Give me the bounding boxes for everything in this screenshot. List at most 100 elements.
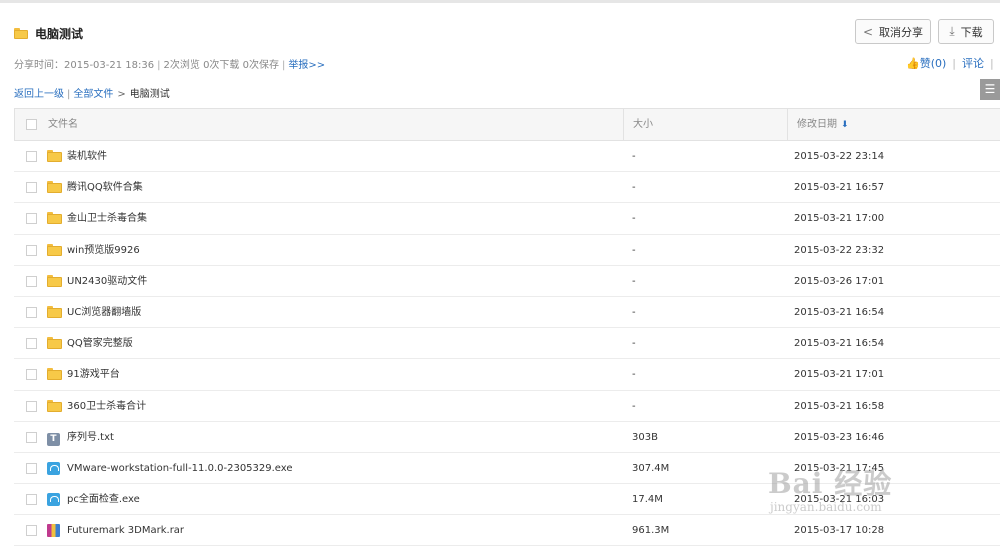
table-row[interactable]: 91游戏平台-2015-03-21 17:01 [14, 359, 1000, 390]
table-row[interactable]: Futuremark 3DMark.rar 961.3M 2015-03-17 10… [14, 515, 1000, 546]
folder-icon [47, 275, 62, 290]
table-row[interactable]: 装机软件-2015-03-22 23:14 [14, 141, 1000, 172]
folder-icon [47, 337, 62, 352]
row-checkbox[interactable] [26, 182, 37, 193]
file-size: 961.3M [632, 515, 669, 546]
file-name[interactable]: UN2430驱动文件 [67, 266, 147, 297]
download-button[interactable]: ⤓ 下载 [938, 19, 994, 44]
folder-icon [47, 306, 62, 321]
file-name[interactable]: pc全面检查.exe [67, 484, 140, 515]
file-name[interactable]: 金山卫士杀毒合集 [67, 203, 147, 234]
file-size: 307.4M [632, 453, 669, 484]
text-file-icon: T [47, 431, 60, 446]
file-name[interactable]: VMware-workstation-full-11.0.0-2305329.e… [67, 453, 293, 484]
row-checkbox[interactable] [26, 338, 37, 349]
file-name[interactable]: 91游戏平台 [67, 359, 120, 390]
file-size: - [632, 172, 636, 203]
folder-icon [47, 181, 62, 196]
folder-icon-shape [47, 368, 62, 380]
folder-icon-shape [47, 400, 62, 412]
text-file-icon-shape: T [47, 433, 60, 446]
file-size: - [632, 235, 636, 266]
share-time: 分享时间：2015-03-21 18:36 [14, 60, 154, 71]
row-checkbox[interactable] [26, 151, 37, 162]
folder-icon [14, 28, 28, 39]
column-divider [623, 109, 624, 140]
like-link[interactable]: 赞(0) [920, 57, 947, 70]
share-icon: < [863, 25, 873, 39]
column-name-header[interactable]: 文件名 [48, 109, 78, 140]
column-divider [787, 109, 788, 140]
row-checkbox[interactable] [26, 276, 37, 287]
row-checkbox[interactable] [26, 432, 37, 443]
table-row[interactable]: T序列号.txt303B2015-03-23 16:46 [14, 422, 1000, 453]
meta-divider: | [157, 60, 160, 71]
report-link[interactable]: 举报>> [288, 60, 325, 71]
table-row[interactable]: win预览版9926-2015-03-22 23:32 [14, 235, 1000, 266]
row-checkbox[interactable] [26, 213, 37, 224]
file-size: - [632, 391, 636, 422]
executable-file-icon [47, 493, 60, 509]
file-size: - [632, 203, 636, 234]
list-view-toggle[interactable]: ☰ [980, 79, 1000, 100]
executable-file-icon-shape [47, 462, 60, 475]
row-checkbox[interactable] [26, 401, 37, 412]
row-checkbox[interactable] [26, 494, 37, 505]
file-name[interactable]: 360卫士杀毒合计 [67, 391, 146, 422]
breadcrumb: 返回上一级|全部文件>电脑测试 [14, 85, 170, 100]
folder-icon [47, 212, 62, 227]
file-date: 2015-03-21 16:57 [794, 172, 884, 203]
table-row[interactable]: UN2430驱动文件 - 2015-03-26 17:01 [14, 266, 1000, 297]
file-date: 2015-03-17 10:28 [794, 515, 884, 546]
all-files-link[interactable]: 全部文件 [73, 89, 113, 100]
column-date-header[interactable]: 修改日期 ⬇ [797, 109, 849, 140]
folder-icon [47, 150, 62, 165]
folder-icon-shape [47, 150, 62, 162]
action-divider: | [952, 57, 956, 70]
folder-icon-shape [47, 212, 62, 224]
sort-down-icon: ⬇ [841, 120, 849, 130]
row-checkbox[interactable] [26, 245, 37, 256]
folder-icon-shape [47, 181, 62, 193]
file-name[interactable]: Futuremark 3DMark.rar [67, 515, 184, 546]
select-all-checkbox[interactable] [26, 119, 37, 130]
page-header: 电脑测试 [14, 24, 83, 42]
cancel-share-button[interactable]: < 取消分享 [855, 19, 931, 44]
row-checkbox[interactable] [26, 369, 37, 380]
file-date: 2015-03-26 17:01 [794, 266, 884, 297]
row-checkbox[interactable] [26, 307, 37, 318]
column-date-label: 修改日期 [797, 119, 837, 130]
table-row[interactable]: 腾讯QQ软件合集 - 2015-03-21 16:57 [14, 172, 1000, 203]
table-row[interactable]: QQ管家完整版-2015-03-21 16:54 [14, 328, 1000, 359]
breadcrumb-current: 电脑测试 [130, 89, 170, 100]
file-size: - [632, 266, 636, 297]
table-row[interactable]: 360卫士杀毒合计-2015-03-21 16:58 [14, 391, 1000, 422]
file-name[interactable]: 序列号.txt [67, 422, 114, 453]
file-name[interactable]: 腾讯QQ软件合集 [67, 172, 143, 203]
share-meta: 分享时间：2015-03-21 18:36|2次浏览 0次下载 0次保存|举报>… [14, 56, 325, 71]
folder-icon-shape [47, 337, 62, 349]
watermark: Bai 经验 jingyan.baidu.com [768, 462, 892, 514]
column-size-header[interactable]: 大小 [633, 109, 653, 140]
file-size: - [632, 297, 636, 328]
file-name[interactable]: QQ管家完整版 [67, 328, 133, 359]
watermark-brand: Bai 经验 [768, 467, 892, 500]
file-size: - [632, 328, 636, 359]
table-row[interactable]: UC浏览器翻墙版 - 2015-03-21 16:54 [14, 297, 1000, 328]
file-name[interactable]: 装机软件 [67, 141, 107, 172]
breadcrumb-divider: | [67, 89, 70, 100]
comment-link[interactable]: 评论 [962, 57, 984, 70]
file-date: 2015-03-21 17:01 [794, 359, 884, 390]
row-checkbox[interactable] [26, 463, 37, 474]
view-count: 2次浏览 [164, 60, 200, 71]
back-link[interactable]: 返回上一级 [14, 89, 64, 100]
file-name[interactable]: UC浏览器翻墙版 [67, 297, 141, 328]
cancel-share-label: 取消分享 [879, 24, 923, 40]
folder-icon [47, 368, 62, 383]
download-icon: ⤓ [949, 24, 954, 39]
table-row[interactable]: 金山卫士杀毒合集-2015-03-21 17:00 [14, 203, 1000, 234]
file-date: 2015-03-21 16:54 [794, 297, 884, 328]
file-name[interactable]: win预览版9926 [67, 235, 140, 266]
file-size: 17.4M [632, 484, 663, 515]
row-checkbox[interactable] [26, 525, 37, 536]
